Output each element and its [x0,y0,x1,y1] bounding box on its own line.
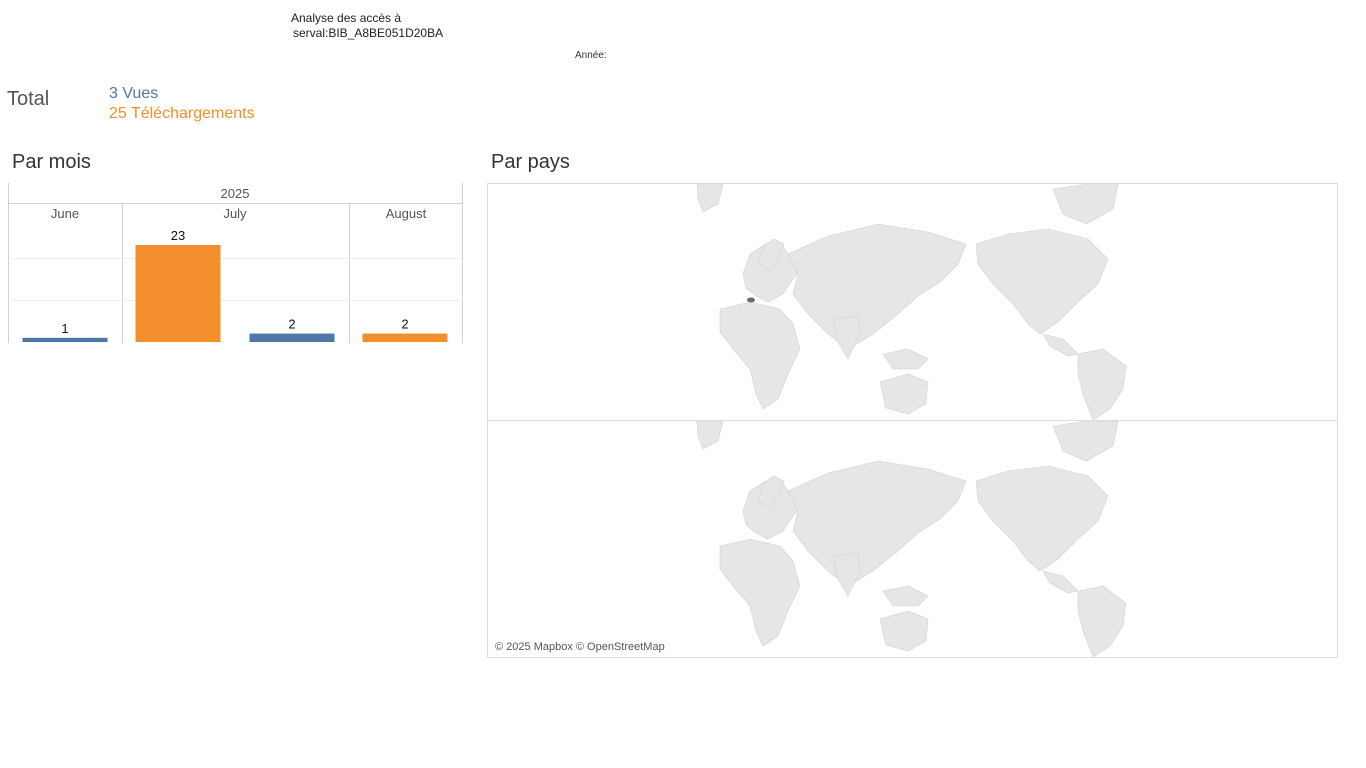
landmass-africa [719,538,801,647]
landmass-australia [879,373,929,415]
landmass-asia [787,460,967,587]
data-label-july-downloads: 23 [171,228,185,243]
landmass-central-america [1042,333,1079,357]
section-title-by-month: Par mois [12,151,91,173]
year-header: 2025 [221,186,250,201]
data-label-august-downloads: 2 [401,317,408,332]
bar-july-views[interactable] [249,333,335,342]
total-label: Total [7,88,50,110]
month-label-june: June [51,206,79,221]
landmass-south-america [1077,585,1127,657]
monthly-bar-chart-svg: 2025 June July August 1 23 2 2 [8,183,463,343]
landmass-indonesia [882,585,929,607]
country-map-panel[interactable]: © 2025 Mapbox © OpenStreetMap [487,183,1338,658]
total-downloads: 25 Téléchargements [109,105,255,122]
views-map[interactable] [488,184,1337,420]
landmass-indonesia [882,348,929,370]
landmass-asia [787,223,967,350]
landmass-india [832,552,861,597]
highlighted-country-switzerland[interactable] [747,297,755,303]
section-title-by-country: Par pays [491,151,570,173]
report-title-line2: serval:BIB_A8BE051D20BA [293,26,444,40]
landmass-africa [719,301,801,410]
landmass-north-america [975,228,1109,335]
bar-june-views[interactable] [22,337,108,342]
world-map-views [696,184,1127,420]
downloads-map[interactable]: © 2025 Mapbox © OpenStreetMap [488,421,1337,657]
map-credit: © 2025 Mapbox © OpenStreetMap [495,641,665,653]
month-label-july: July [223,206,247,221]
landmass-greenland-right [1052,184,1119,225]
landmass-central-america [1042,570,1079,594]
world-map-downloads [696,421,1127,657]
data-label-june-views: 1 [61,321,68,336]
landmass-greenland-left [696,184,724,213]
year-filter-label[interactable]: Année: [575,50,607,61]
bar-july-downloads[interactable] [135,245,221,342]
month-label-august: August [386,206,427,221]
monthly-bar-chart[interactable]: 2025 June July August 1 23 2 2 [8,183,464,345]
data-label-july-views: 2 [288,317,295,332]
landmass-south-america [1077,348,1127,420]
report-title-line1: Analyse des accès à [291,11,402,25]
landmass-australia [879,610,929,652]
landmass-india [832,315,861,360]
total-views: 3 Vues [109,85,159,102]
landmass-greenland-right [1052,421,1119,462]
landmass-north-america [975,465,1109,572]
bar-august-downloads[interactable] [362,333,448,342]
landmass-greenland-left [696,421,724,450]
